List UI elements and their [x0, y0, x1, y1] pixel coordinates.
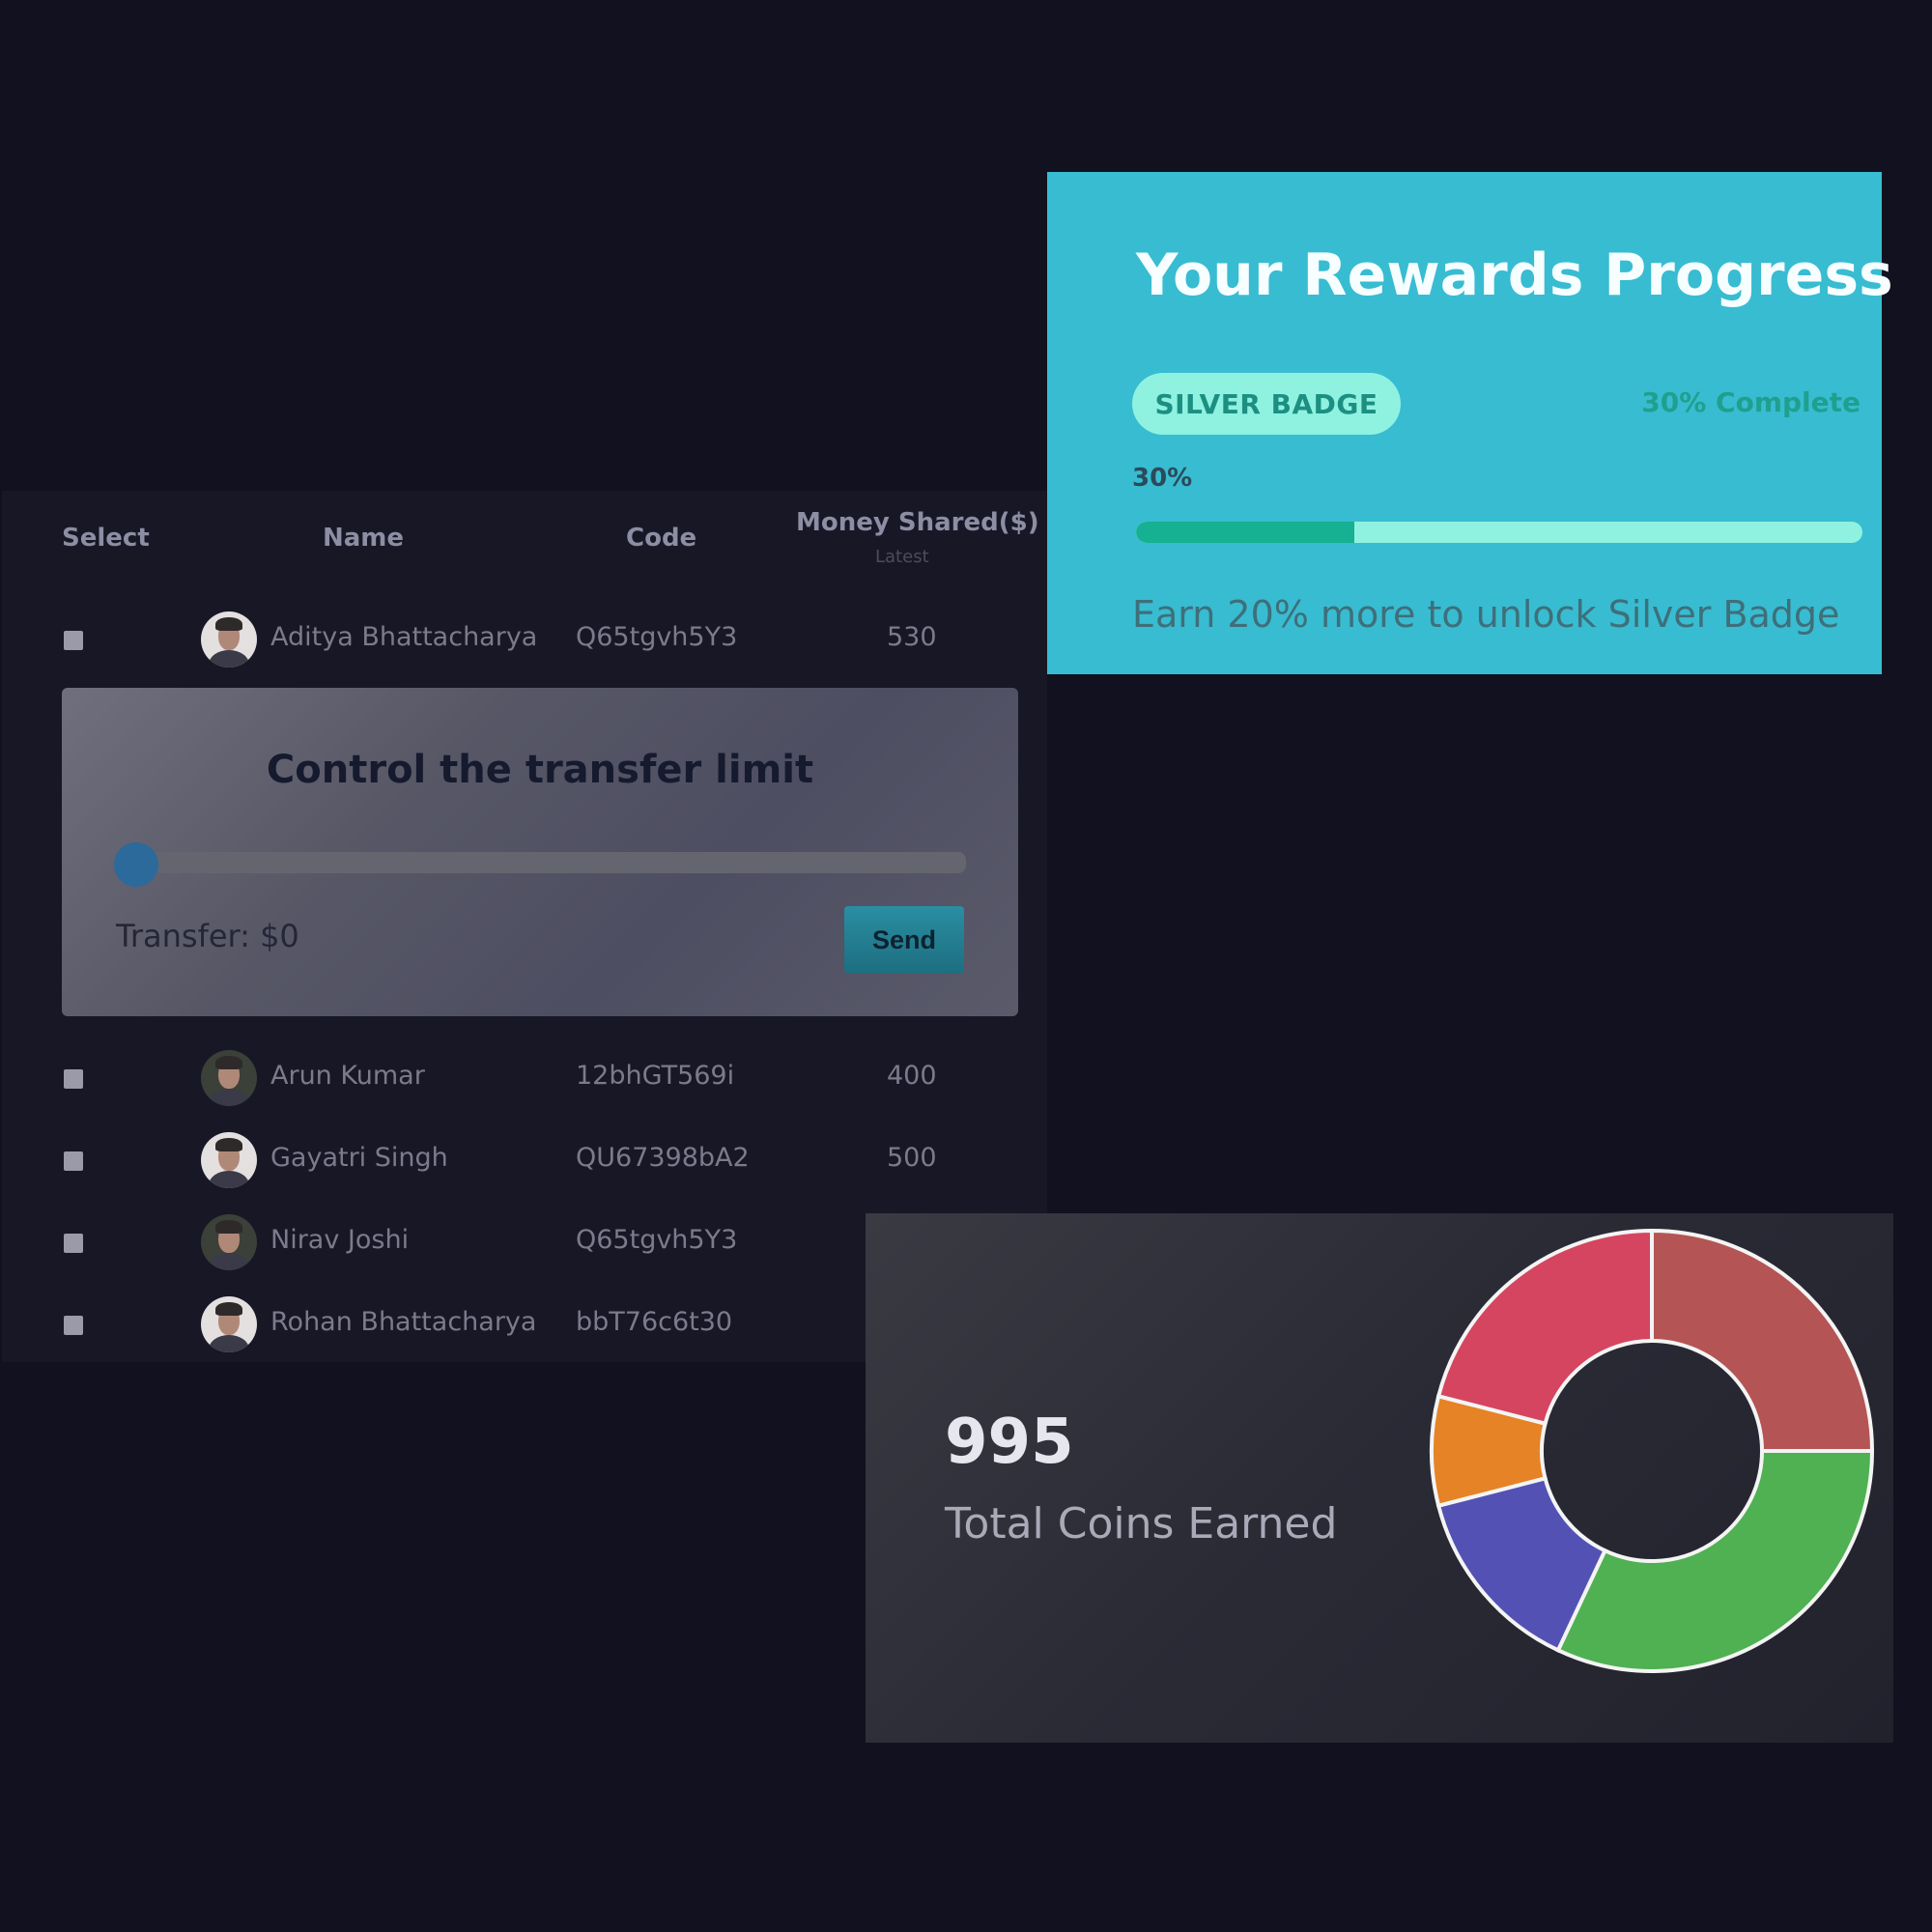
- transfer-slider-thumb[interactable]: [114, 842, 158, 887]
- row-checkbox[interactable]: [64, 1234, 83, 1253]
- row-checkbox[interactable]: [64, 1069, 83, 1089]
- total-coins-value: 995: [945, 1406, 1074, 1478]
- row-checkbox[interactable]: [64, 1316, 83, 1335]
- rewards-title: Your Rewards Progress: [1136, 242, 1893, 309]
- coins-card: 995 Total Coins Earned: [866, 1213, 1893, 1743]
- avatar: [201, 611, 257, 668]
- coins-donut-chart: [1430, 1228, 1875, 1673]
- earn-more-text: Earn 20% more to unlock Silver Badge: [1132, 593, 1840, 636]
- avatar: [201, 1050, 257, 1106]
- badge-pill: SILVER BADGE: [1132, 373, 1401, 435]
- transfer-limit-card: Control the transfer limit Transfer: $0 …: [62, 688, 1018, 1016]
- transfer-slider-track[interactable]: [116, 852, 966, 873]
- row-name: Rohan Bhattacharya: [270, 1307, 537, 1337]
- row-code: Q65tgvh5Y3: [576, 1225, 738, 1255]
- donut-slice-1: [1555, 1449, 1875, 1673]
- avatar: [201, 1214, 257, 1270]
- total-coins-label: Total Coins Earned: [945, 1499, 1338, 1548]
- row-money: 400: [887, 1061, 937, 1091]
- header-name: Name: [323, 524, 405, 553]
- header-money-sub: Latest: [875, 547, 929, 567]
- row-name: Arun Kumar: [270, 1061, 425, 1091]
- transfer-amount-label: Transfer: $0: [116, 918, 299, 954]
- row-code: bbT76c6t30: [576, 1307, 733, 1337]
- table-row: Arun Kumar 12bhGT569i 400: [2, 1043, 1047, 1111]
- row-name: Aditya Bhattacharya: [270, 622, 538, 652]
- progress-bar-fill: [1136, 522, 1354, 543]
- send-button[interactable]: Send: [844, 906, 964, 974]
- row-money: 500: [887, 1143, 937, 1173]
- row-name: Nirav Joshi: [270, 1225, 410, 1255]
- donut-slice-0: [1650, 1228, 1875, 1453]
- table-row: Aditya Bhattacharya Q65tgvh5Y3 530: [2, 605, 1047, 672]
- header-code: Code: [626, 524, 697, 553]
- row-name: Gayatri Singh: [270, 1143, 448, 1173]
- complete-status: 30% Complete: [1641, 386, 1861, 418]
- row-checkbox[interactable]: [64, 1151, 83, 1171]
- row-code: Q65tgvh5Y3: [576, 622, 738, 652]
- donut-slice-4: [1435, 1228, 1654, 1427]
- rewards-progress-card: Your Rewards Progress SILVER BADGE 30% C…: [1047, 172, 1893, 674]
- table-row: Gayatri Singh QU67398bA2 500: [2, 1125, 1047, 1193]
- row-money: 530: [887, 622, 937, 652]
- row-checkbox[interactable]: [64, 631, 83, 650]
- header-money: Money Shared($): [796, 508, 1039, 537]
- avatar: [201, 1132, 257, 1188]
- progress-percent: 30%: [1132, 464, 1193, 493]
- avatar: [201, 1296, 257, 1352]
- row-code: 12bhGT569i: [576, 1061, 735, 1091]
- progress-bar: [1136, 522, 1862, 543]
- header-select: Select: [62, 524, 150, 553]
- transfer-title: Control the transfer limit: [266, 748, 814, 792]
- row-code: QU67398bA2: [576, 1143, 750, 1173]
